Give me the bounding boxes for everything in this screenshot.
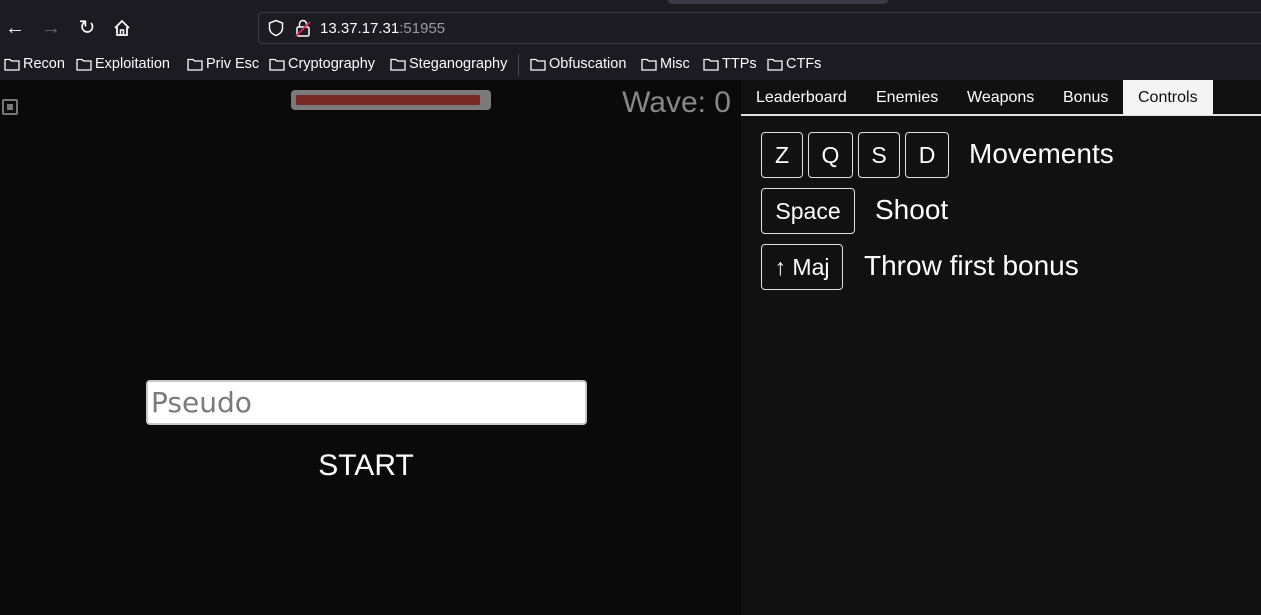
bookmark-cryptography[interactable]: Cryptography: [269, 54, 375, 74]
key-shift: ↑ Maj: [761, 244, 843, 290]
key-space: Space: [761, 188, 855, 234]
browser-toolbar: ← → ↻ 13.37.17.31:51955: [0, 0, 1261, 48]
bookmark-misc[interactable]: Misc: [641, 54, 690, 74]
tab-enemies[interactable]: Enemies: [861, 80, 953, 115]
bookmark-steganography[interactable]: Steganography: [390, 54, 507, 74]
bookmark-ttps[interactable]: TTPs: [703, 54, 757, 74]
bookmark-priv-esc[interactable]: Priv Esc: [187, 54, 259, 74]
bookmark-label: TTPs: [722, 56, 757, 72]
key-q: Q: [808, 132, 853, 178]
health-bar: [291, 90, 491, 110]
bookmark-ctfs[interactable]: CTFs: [767, 54, 821, 74]
folder-icon: [390, 58, 406, 71]
folder-icon: [641, 58, 657, 71]
folder-icon: [530, 58, 546, 71]
tab-bonus[interactable]: Bonus: [1048, 80, 1123, 115]
control-action-label: Movements: [969, 138, 1114, 169]
bookmark-label: Steganography: [409, 56, 508, 72]
bookmark-exploitation[interactable]: Exploitation: [76, 54, 170, 74]
bookmark-label: Misc: [660, 56, 690, 72]
bookmark-label: CTFs: [786, 56, 822, 72]
forward-arrow-icon[interactable]: →: [37, 14, 65, 42]
bookmark-obfuscation[interactable]: Obfuscation: [530, 54, 626, 74]
bookmark-label: Recon: [23, 56, 65, 72]
bookmarks-separator: [518, 54, 519, 76]
folder-icon: [703, 58, 719, 71]
bookmark-label: Priv Esc: [206, 56, 260, 72]
control-action-label: Throw first bonus: [864, 250, 1079, 281]
bookmark-label: Cryptography: [288, 56, 376, 72]
bookmark-label: Exploitation: [95, 56, 170, 72]
info-panel: Leaderboard Enemies Weapons Bonus Contro…: [741, 80, 1261, 615]
start-button[interactable]: START: [300, 446, 432, 486]
health-bar-fill: [296, 95, 481, 105]
home-icon[interactable]: [108, 14, 136, 42]
url-bar[interactable]: 13.37.17.31:51955: [258, 12, 1261, 44]
url-port: :51955: [399, 20, 446, 37]
game-area[interactable]: Wave: 0 START: [0, 80, 741, 615]
bookmark-label: Obfuscation: [549, 56, 627, 72]
wave-counter: Wave: 0: [622, 86, 731, 119]
fullscreen-icon[interactable]: [2, 99, 18, 115]
pseudo-input[interactable]: [146, 380, 587, 425]
back-arrow-icon[interactable]: ←: [1, 14, 29, 42]
key-z: Z: [761, 132, 803, 178]
url-text[interactable]: 13.37.17.31:51955: [320, 20, 445, 37]
tracking-shield-icon[interactable]: [267, 19, 285, 37]
reload-icon[interactable]: ↻: [73, 14, 101, 42]
panel-tabs: Leaderboard Enemies Weapons Bonus Contro…: [741, 80, 1261, 116]
key-d: D: [905, 132, 949, 178]
control-action-label: Shoot: [875, 194, 949, 225]
url-host: 13.37.17.31: [320, 20, 400, 37]
bookmarks-toolbar: Recon Exploitation Priv Esc Cryptography…: [0, 48, 1261, 80]
folder-icon: [187, 58, 203, 71]
folder-icon: [269, 58, 285, 71]
folder-icon: [767, 58, 783, 71]
tab-weapons[interactable]: Weapons: [952, 80, 1049, 115]
insecure-lock-icon[interactable]: [295, 19, 311, 37]
tab-leaderboard[interactable]: Leaderboard: [741, 80, 862, 115]
key-s: S: [858, 132, 900, 178]
tab-controls[interactable]: Controls: [1123, 80, 1213, 115]
bookmark-recon[interactable]: Recon: [4, 54, 65, 74]
folder-icon: [76, 58, 92, 71]
folder-icon: [4, 58, 20, 71]
browser-tab-edge[interactable]: [668, 0, 888, 4]
